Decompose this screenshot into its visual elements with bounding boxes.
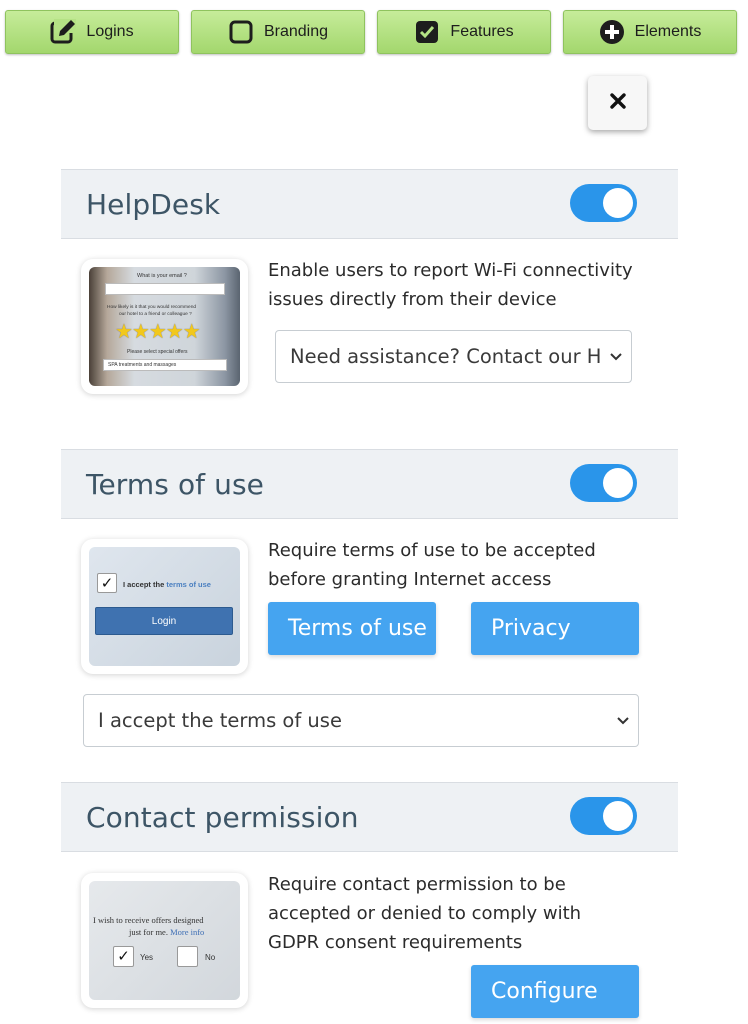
helpdesk-toggle[interactable] [570,184,637,222]
contact-preview-line2: just for me. More info [129,927,204,937]
terms-text-select[interactable]: I accept the terms of use [83,694,639,747]
helpdesk-preview-stars: ★★★★★ [115,321,201,343]
contact-title: Contact permission [86,801,359,834]
contact-preview-more-info: More info [170,927,205,937]
helpdesk-message-select[interactable]: Need assistance? Contact our H [275,330,632,383]
terms-select-value: I accept the terms of use [98,709,342,732]
contact-preview-yes-checkbox: ✓ [113,946,134,967]
terms-preview-accept-link: terms of use [166,580,211,589]
terms-section-header: Terms of use [61,449,678,519]
nav-features-button[interactable]: Features [377,10,551,54]
terms-preview-accept: I accept the terms of use [123,580,211,589]
contact-preview-no: No [205,953,216,962]
helpdesk-section-header: HelpDesk [61,169,678,239]
contact-description-line2: accepted or denied to comply with [268,903,582,924]
helpdesk-preview-q4: Please select special offers [127,349,188,355]
terms-description-line1: Require terms of use to be accepted [268,540,596,561]
square-outline-icon [228,19,254,45]
nav-elements-button[interactable]: Elements [563,10,737,54]
helpdesk-description-line2: issues directly from their device [268,289,557,310]
terms-description-line2: before granting Internet access [268,569,552,590]
contact-preview-line2-prefix: just for me. [129,927,168,937]
helpdesk-title: HelpDesk [86,188,221,221]
terms-preview-image: ✓ I accept the terms of use Login [81,539,248,674]
terms-preview-login-label: Login [151,615,177,627]
terms-toggle[interactable] [570,464,637,502]
nav-logins-button[interactable]: Logins [5,10,179,54]
contact-toggle[interactable] [570,797,637,835]
terms-preview-checkbox: ✓ [97,573,117,593]
terms-of-use-button-label: Terms of use [288,616,427,641]
helpdesk-description-line1: Enable users to report Wi-Fi connectivit… [268,260,633,281]
contact-preview-image: I wish to receive offers designed just f… [81,873,248,1008]
configure-button-label: Configure [491,979,598,1004]
terms-preview-login-button: Login [95,607,233,635]
checkbox-checked-icon [414,19,440,45]
contact-preview-no-checkbox [177,946,198,967]
terms-of-use-button[interactable]: Terms of use [268,602,436,655]
helpdesk-preview-option: SPA treatments and massages [108,362,177,368]
helpdesk-preview-select: SPA treatments and massages [103,359,227,371]
terms-title: Terms of use [86,468,265,501]
helpdesk-preview-q3: our hotel to a friend or colleague ? [119,312,192,317]
privacy-button[interactable]: Privacy [471,602,639,655]
contact-preview-line1: I wish to receive offers designed [93,915,204,925]
privacy-button-label: Privacy [491,616,571,641]
contact-preview-yes: Yes [140,953,154,962]
close-icon [609,92,626,114]
plus-circle-icon [599,19,625,45]
nav-branding-label: Branding [263,23,329,40]
terms-preview-accept-prefix: I accept the [123,580,165,589]
helpdesk-preview-q2: How likely is it that you would recommen… [107,305,197,310]
chevron-down-icon [608,716,638,726]
nav-branding-button[interactable]: Branding [191,10,365,54]
helpdesk-select-value: Need assistance? Contact our H [290,345,601,368]
nav-logins-label: Logins [86,23,134,40]
contact-description-line1: Require contact permission to be [268,874,566,895]
contact-section-header: Contact permission [61,782,678,852]
helpdesk-preview-email-field [105,283,225,295]
helpdesk-description: Enable users to report Wi-Fi connectivit… [268,256,668,314]
nav-features-label: Features [450,23,514,40]
nav-elements-label: Elements [634,23,702,40]
close-button[interactable] [588,76,647,130]
edit-icon [50,19,77,45]
terms-description: Require terms of use to be accepted befo… [268,536,668,594]
helpdesk-preview-q1: What is your email ? [137,273,187,279]
chevron-down-icon [601,352,631,362]
helpdesk-preview-image: What is your email ? How likely is it th… [81,259,248,394]
contact-description-line3: GDPR consent requirements [268,932,523,953]
contact-description: Require contact permission to be accepte… [268,870,668,957]
configure-button[interactable]: Configure [471,965,639,1018]
